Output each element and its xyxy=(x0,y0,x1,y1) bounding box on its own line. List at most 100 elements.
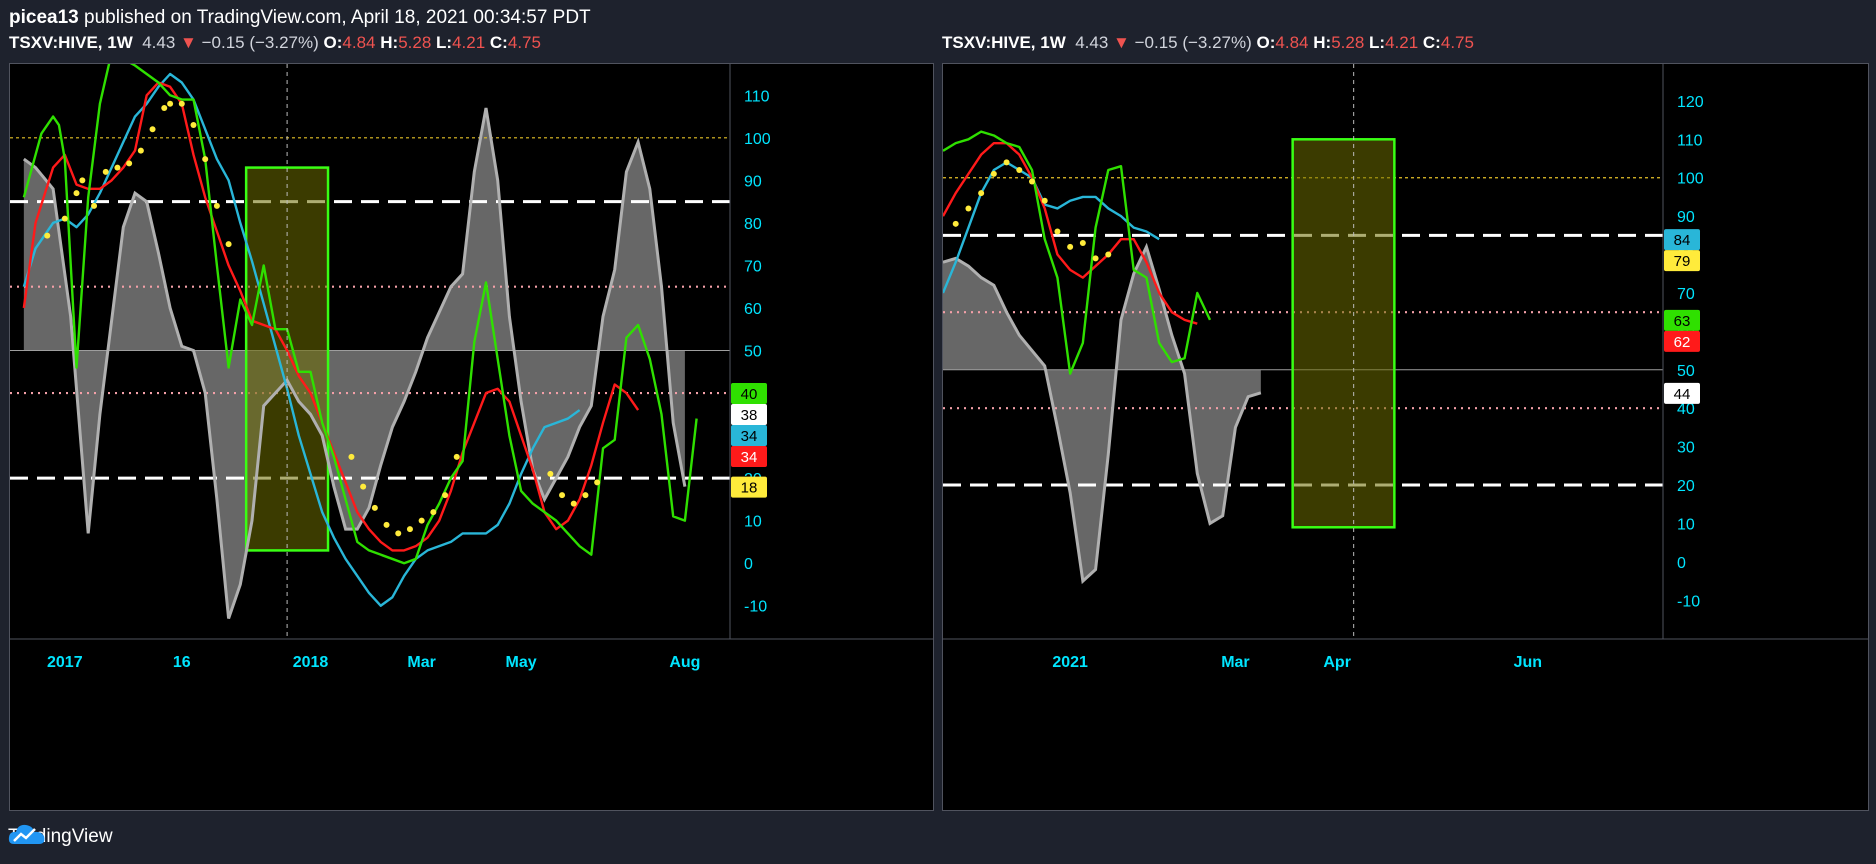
x-tick-label: 2018 xyxy=(293,654,329,671)
author-name[interactable]: picea13 xyxy=(9,7,79,28)
cloud-chart-icon xyxy=(8,824,45,844)
change-value: −0.15 (−3.27%) xyxy=(1134,33,1252,52)
y-tick-label: 110 xyxy=(744,88,770,105)
y-tick-label: 70 xyxy=(744,258,762,275)
y-tick-label: 110 xyxy=(1677,132,1703,149)
close-label: C: xyxy=(1422,33,1441,52)
last-price: 4.43 xyxy=(1075,33,1109,52)
y-tick-label: 10 xyxy=(1677,516,1695,533)
value-badge-label: 63 xyxy=(1674,313,1691,330)
tradingview-logo[interactable]: TradingView xyxy=(8,822,113,852)
yellow-dot xyxy=(114,164,121,171)
yellow-dot xyxy=(1105,251,1112,258)
yellow-dot xyxy=(167,100,174,107)
yellow-dot xyxy=(1079,240,1086,247)
x-tick-label: Jun xyxy=(1514,654,1542,671)
yellow-dot xyxy=(178,100,185,107)
y-tick-label: 80 xyxy=(744,216,762,233)
open-label: O: xyxy=(323,33,343,52)
yellow-dot xyxy=(73,190,80,197)
yellow-dot xyxy=(348,453,355,460)
yellow-dot xyxy=(61,215,68,222)
chart-svg-left[interactable]: -1001020304050607080901001102017162018Ma… xyxy=(10,64,933,810)
y-tick-label: 10 xyxy=(744,514,762,531)
gray-oscillator-area xyxy=(23,108,685,619)
symbol-label[interactable]: TSXV:HIVE, 1W xyxy=(942,33,1066,52)
publish-info: published on TradingView.com, April 18, … xyxy=(84,7,591,28)
value-badge-label: 62 xyxy=(1674,334,1691,351)
yellow-dot xyxy=(383,521,390,528)
low-value: 4.21 xyxy=(1385,33,1419,52)
x-tick-label: 2021 xyxy=(1052,654,1088,671)
yellow-dot xyxy=(161,105,168,112)
y-tick-label: 50 xyxy=(744,344,762,361)
chart-svg-right[interactable]: -1001020304050607080901001101202021MarAp… xyxy=(943,64,1868,810)
yellow-dot xyxy=(570,500,577,507)
yellow-dot xyxy=(1041,197,1048,204)
high-value: 5.28 xyxy=(398,33,432,52)
y-tick-label: -10 xyxy=(744,599,767,616)
plot-area[interactable] xyxy=(10,64,730,619)
close-label: C: xyxy=(489,33,508,52)
highlight-box xyxy=(1291,138,1396,529)
y-tick-label: 30 xyxy=(1677,440,1695,457)
high-label: H: xyxy=(380,33,399,52)
y-tick-label: 20 xyxy=(1677,478,1695,495)
value-badge-label: 34 xyxy=(741,449,758,466)
close-value: 4.75 xyxy=(507,33,541,52)
high-value: 5.28 xyxy=(1331,33,1365,52)
value-badge-label: 84 xyxy=(1674,232,1691,249)
y-tick-label: 100 xyxy=(744,131,771,148)
low-label: L: xyxy=(1369,33,1386,52)
x-tick-label: Aug xyxy=(669,654,700,671)
y-tick-label: 0 xyxy=(744,556,753,573)
yellow-dot xyxy=(213,202,220,209)
last-price: 4.43 xyxy=(142,33,176,52)
yellow-dot xyxy=(594,479,601,486)
y-tick-label: 60 xyxy=(744,301,762,318)
value-badge-label: 44 xyxy=(1674,386,1691,403)
down-arrow-icon: ▼ xyxy=(1113,33,1130,52)
yellow-dot xyxy=(582,492,589,499)
value-badge-label: 34 xyxy=(741,428,758,445)
yellow-dot xyxy=(1003,159,1010,166)
gray-oscillator-area xyxy=(943,246,1261,582)
yellow-dot xyxy=(190,122,197,129)
value-badge-label: 38 xyxy=(741,407,758,424)
yellow-dot xyxy=(978,190,985,197)
y-tick-label: 0 xyxy=(1677,555,1686,572)
x-tick-label: Apr xyxy=(1323,654,1351,671)
low-label: L: xyxy=(436,33,453,52)
y-tick-label: 70 xyxy=(1677,286,1695,303)
yellow-dot xyxy=(360,483,367,490)
yellow-dot xyxy=(102,168,109,175)
chart-panel-left[interactable]: -1001020304050607080901001102017162018Ma… xyxy=(9,63,934,811)
y-tick-label: 100 xyxy=(1677,171,1704,188)
yellow-dot xyxy=(1029,178,1035,185)
yellow-dot xyxy=(1054,228,1061,235)
close-value: 4.75 xyxy=(1440,33,1474,52)
yellow-dot xyxy=(559,492,566,499)
value-badge-label: 79 xyxy=(1674,253,1691,270)
x-tick-label: Mar xyxy=(407,654,435,671)
low-value: 4.21 xyxy=(452,33,486,52)
value-badge-label: 40 xyxy=(741,386,758,403)
x-tick-label: 2017 xyxy=(47,654,83,671)
quote-line-right: TSXV:HIVE, 1W 4.43 ▼ −0.15 (−3.27%) O:4.… xyxy=(942,33,1474,53)
y-tick-label: 120 xyxy=(1677,94,1704,111)
chart-panel-right[interactable]: -1001020304050607080901001101202021MarAp… xyxy=(942,63,1869,811)
yellow-dot xyxy=(1067,243,1074,250)
yellow-dot xyxy=(442,492,449,499)
plot-area[interactable] xyxy=(943,130,1663,585)
symbol-label[interactable]: TSXV:HIVE, 1W xyxy=(9,33,133,52)
yellow-dot xyxy=(202,156,209,163)
yellow-dot xyxy=(952,220,959,227)
yellow-dot xyxy=(406,526,413,533)
x-tick-label: 16 xyxy=(173,654,191,671)
high-label: H: xyxy=(1313,33,1332,52)
yellow-dot xyxy=(453,453,460,460)
x-tick-label: Mar xyxy=(1221,654,1249,671)
y-tick-label: 90 xyxy=(744,173,762,190)
yellow-dot xyxy=(430,509,437,516)
yellow-dot xyxy=(371,504,378,511)
